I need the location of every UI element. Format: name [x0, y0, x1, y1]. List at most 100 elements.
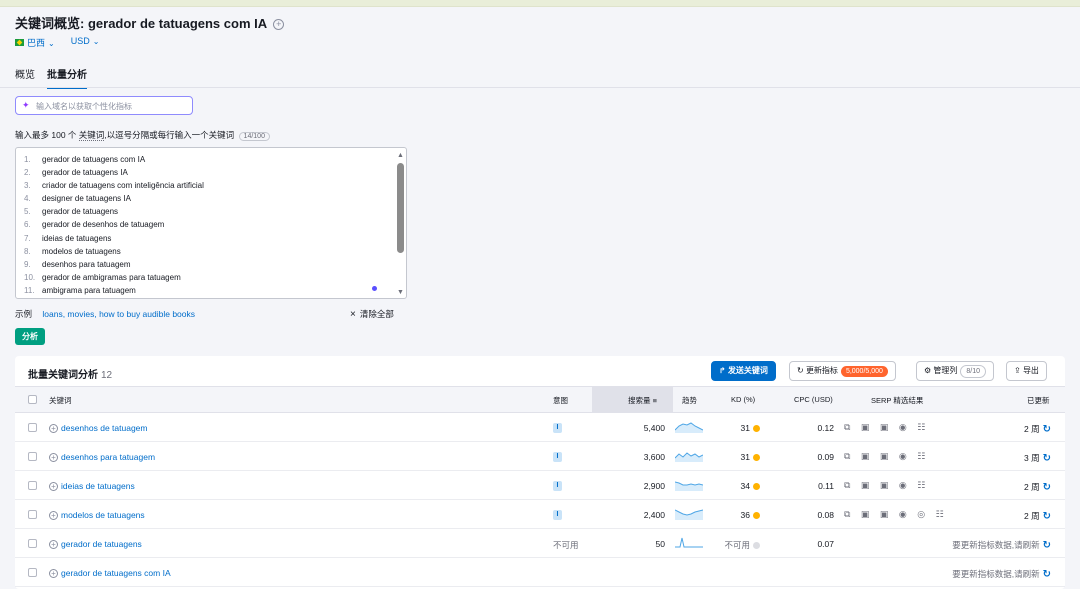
keyword-link[interactable]: + modelos de tatuagens [49, 510, 145, 520]
intent-badge: I [553, 452, 562, 462]
plus-circle-icon[interactable]: + [49, 424, 58, 433]
grammarly-dot-icon[interactable] [372, 286, 377, 291]
analyze-button[interactable]: 分析 [15, 328, 45, 345]
volume-value: 3,600 [643, 452, 665, 462]
sort-icon: ≡ [652, 396, 657, 405]
cpc-value: 0.07 [817, 539, 834, 549]
sparkle-icon: ✦ [22, 100, 30, 110]
keyword-link[interactable]: + desenhos de tatuagem [49, 423, 147, 433]
keyword-hint: 输入最多 100 个 关键词,以逗号分隔或每行输入一个关键词 14/100 [15, 129, 270, 141]
examples-label: 示例 [15, 309, 33, 319]
refresh-icon[interactable]: ↻ [1043, 511, 1051, 522]
domain-input[interactable]: ✦ 输入域名以获取个性化指标 [15, 96, 193, 115]
keyword-link[interactable]: + ideias de tatuagens [49, 481, 135, 491]
row-checkbox[interactable] [28, 539, 37, 548]
table-header: 关键词 意图 搜索量 ≡ 趋势 KD (%) CPC (USD) SERP 精选… [15, 386, 1065, 413]
column-cpc[interactable]: CPC (USD) [794, 395, 833, 404]
scroll-down-icon[interactable]: ▼ [397, 289, 404, 296]
volume-value: 5,400 [643, 423, 665, 433]
row-checkbox[interactable] [28, 452, 37, 461]
kd-value: 36 [720, 510, 760, 520]
tab-overview[interactable]: 概览 [15, 66, 35, 89]
panel-title: 批量关键词分析 12 [28, 370, 113, 381]
cpc-value: 0.09 [817, 452, 834, 462]
locale-selectors: 巴西 ⌄ USD ⌄ [15, 36, 99, 49]
plus-circle-icon[interactable]: + [49, 453, 58, 462]
refresh-icon[interactable]: ↻ [1043, 569, 1051, 580]
row-checkbox[interactable] [28, 481, 37, 490]
serp-features-icons[interactable]: ⧉ ▣ ▣ ◉ ☷ [844, 480, 929, 491]
send-keywords-button[interactable]: ↱ 发送关键词 [711, 361, 776, 381]
export-icon: ⇪ [1014, 366, 1021, 375]
row-checkbox[interactable] [28, 423, 37, 432]
column-trend: 趋势 [682, 396, 697, 405]
plus-circle-icon[interactable]: + [49, 569, 58, 578]
kd-dot [753, 542, 760, 549]
volume-value: 50 [655, 539, 665, 549]
trend-sparkline [675, 537, 703, 548]
plus-circle-icon[interactable]: + [49, 482, 58, 491]
brazil-flag-icon [15, 39, 24, 46]
list-item: 7. ideias de tatuagens [24, 234, 112, 243]
manage-columns-button[interactable]: ⚙ 管理列 8/10 [916, 361, 995, 381]
add-to-list-icon[interactable]: + [273, 19, 285, 30]
update-metrics-button[interactable]: ↻ 更新指标 5,000/5,000 [789, 361, 896, 381]
keyword-count-badge: 14/100 [238, 132, 270, 141]
keyword-link[interactable]: + desenhos para tatuagem [49, 452, 155, 462]
table-row: + desenhos para tatuagem I 3,600 31 0.09 … [15, 442, 1065, 471]
refresh-icon[interactable]: ↻ [1043, 482, 1051, 493]
chevron-down-icon: ⌄ [92, 37, 100, 46]
kd-value: 34 [720, 481, 760, 491]
country-select[interactable]: 巴西 ⌄ [15, 36, 55, 49]
column-volume[interactable]: 搜索量 ≡ [628, 395, 657, 406]
clear-all-button[interactable]: × 清除全部 [350, 308, 394, 320]
serp-features-icons[interactable]: ⧉ ▣ ▣ ◉ ◎ ☷ [844, 509, 948, 520]
scroll-up-icon[interactable]: ▲ [397, 152, 404, 159]
column-intent[interactable]: 意图 [553, 395, 568, 406]
column-keyword[interactable]: 关键词 [49, 395, 72, 406]
column-serp[interactable]: SERP 精选结果 [871, 395, 923, 406]
keyword-total-count: 12 [101, 370, 113, 381]
kd-value: 31 [720, 452, 760, 462]
currency-select[interactable]: USD ⌄ [71, 36, 100, 49]
list-item: 2. gerador de tatuagens IA [24, 168, 128, 177]
keyword-link[interactable]: + gerador de tatuagens com IA [49, 568, 171, 578]
list-item: 3. criador de tatuagens com inteligência … [24, 181, 204, 190]
serp-features-icons[interactable]: ⧉ ▣ ▣ ◉ ☷ [844, 451, 929, 462]
keyword-link[interactable]: + gerador de tatuagens [49, 539, 142, 549]
refresh-icon[interactable]: ↻ [1043, 453, 1051, 464]
updated-cell: 2 周 ↻ [1024, 511, 1051, 522]
top-banner-strip [0, 0, 1080, 7]
table-row: + gerador de tatuagens com IA 要更新指标数据,请刷新… [15, 558, 1065, 587]
list-item: 6. gerador de desenhos de tatuagem [24, 220, 165, 229]
volume-value: 2,900 [643, 481, 665, 491]
scrollbar-thumb[interactable] [397, 163, 404, 253]
kd-dot [753, 425, 760, 432]
title-prefix: 关键词概览: [15, 16, 85, 31]
trend-sparkline [675, 481, 703, 491]
column-updated[interactable]: 已更新 [1027, 395, 1050, 406]
examples-link[interactable]: loans, movies, how to buy audible books [42, 309, 195, 319]
kd-dot [753, 512, 760, 519]
column-kd[interactable]: KD (%) [731, 395, 755, 404]
row-checkbox[interactable] [28, 568, 37, 577]
list-item: 9. desenhos para tatuagem [24, 260, 131, 269]
tab-bar: 概览 批量分析 [15, 66, 87, 89]
refresh-icon[interactable]: ↻ [1043, 540, 1051, 551]
plus-circle-icon[interactable]: + [49, 511, 58, 520]
row-checkbox[interactable] [28, 510, 37, 519]
keyword-textarea[interactable]: 1. gerador de tatuagens com IA 2. gerador … [15, 147, 407, 299]
plus-circle-icon[interactable]: + [49, 540, 58, 549]
list-item: 11. ambigrama para tatuagem [24, 286, 136, 295]
keywords-tooltip-term[interactable]: 关键词 [78, 130, 105, 141]
refresh-icon[interactable]: ↻ [1043, 424, 1051, 435]
textarea-scrollbar[interactable]: ▲ ▼ [397, 152, 404, 296]
tab-bulk-analysis[interactable]: 批量分析 [47, 66, 87, 89]
export-button[interactable]: ⇪ 导出 [1006, 361, 1047, 381]
serp-features-icons[interactable]: ⧉ ▣ ▣ ◉ ☷ [844, 422, 929, 433]
close-icon: × [350, 309, 356, 320]
list-item: 4. designer de tatuagens IA [24, 194, 131, 203]
bulk-analysis-panel: 批量关键词分析 12 ↱ 发送关键词 ↻ 更新指标 5,000/5,000 ⚙ 管理… [15, 356, 1065, 589]
table-row: + desenhos de tatuagem I 5,400 31 0.12 ⧉ … [15, 413, 1065, 442]
select-all-checkbox[interactable] [28, 395, 37, 404]
